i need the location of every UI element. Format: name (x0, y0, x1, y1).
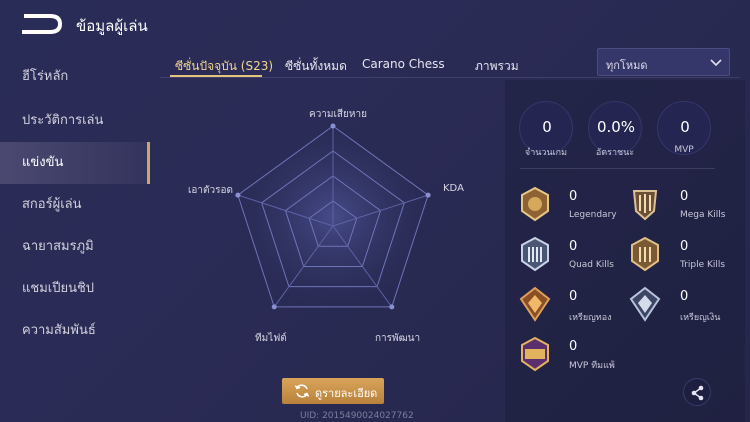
mega-kills-count: 0 (680, 189, 689, 204)
share-icon (691, 385, 704, 401)
share-button[interactable] (683, 378, 711, 406)
gold-medal-icon (519, 286, 551, 322)
tab-carano-chess[interactable]: Carano Chess (362, 57, 445, 71)
win-rate-label: อัตราชนะ (595, 148, 635, 158)
stats-divider (520, 168, 715, 169)
triple-kills-count: 0 (680, 239, 689, 254)
quad-kills-label: Quad Kills (569, 260, 614, 270)
silver-medal-count: 0 (680, 289, 689, 304)
axis-label-kda: KDA (443, 183, 464, 194)
triple-kills-badge-icon (631, 236, 659, 272)
legendary-badge-icon (521, 186, 549, 222)
chevron-down-icon (710, 59, 722, 67)
mvp-count-value: 0 (680, 118, 690, 136)
win-rate-value: 0.0% (596, 118, 636, 136)
tab-all-seasons[interactable]: ซีซั่นทั้งหมด (285, 57, 347, 76)
silver-medal-label: เหรียญเงิน (680, 313, 721, 323)
legendary-label: Legendary (569, 210, 617, 220)
sidebar: ฮีโร่หลัก ประวัติการเล่น แข่งขัน สกอร์ผู… (0, 48, 150, 422)
gold-medal-label: เหรียญทอง (569, 313, 612, 323)
quad-kills-badge-icon (521, 236, 549, 272)
radar-panel: ความเสียหาย KDA การพัฒนา ทีมไฟต์ เอาตัวร… (160, 80, 500, 422)
mvp-losing-team-label: MVP ทีมแพ้ (569, 361, 615, 371)
view-details-label: ดูรายละเอียด (315, 387, 378, 400)
axis-label-survival: เอาตัวรอด (188, 185, 234, 196)
refresh-icon (294, 384, 310, 398)
mvp-count-label: MVP (674, 145, 694, 155)
radar-vertex-dot (271, 304, 277, 310)
sidebar-item-main-heroes[interactable]: ฮีโร่หลัก (0, 56, 150, 98)
radar-vertex-dot (235, 192, 241, 198)
silver-medal-icon (629, 286, 661, 322)
axis-label-teamfight: ทีมไฟต์ (255, 333, 287, 344)
sidebar-item-match-history[interactable]: ประวัติการเล่น (0, 100, 150, 142)
mvp-losing-team-badge-icon (521, 336, 549, 372)
player-uid: UID: 2015490024027762 (300, 411, 414, 421)
tab-overview[interactable]: ภาพรวม (475, 57, 519, 76)
games-played-value: 0 (542, 118, 552, 136)
tab-current-season[interactable]: ซีซั่นปัจจุบัน (S23) (175, 57, 273, 76)
radar-vertex-dot (425, 192, 431, 198)
view-details-button[interactable]: ดูรายละเอียด (282, 378, 384, 404)
sidebar-item-ranked[interactable]: แข่งขัน (0, 142, 150, 184)
back-logo-icon[interactable] (22, 13, 62, 35)
top-bar: ข้อมูลผู้เล่น (0, 0, 750, 48)
gold-medal-count: 0 (569, 289, 578, 304)
sidebar-item-player-score[interactable]: สกอร์ผู้เล่น (0, 184, 150, 226)
mega-kills-badge-icon (632, 190, 658, 221)
sidebar-item-relationships[interactable]: ความสัมพันธ์ (0, 310, 150, 352)
triple-kills-label: Triple Kills (680, 260, 726, 270)
sidebar-item-championship[interactable]: แชมเปียนชิป (0, 268, 150, 310)
quad-kills-count: 0 (569, 239, 578, 254)
sidebar-item-battle-titles[interactable]: ฉายาสมรภูมิ (0, 226, 150, 268)
games-played-label: จำนวนเกม (524, 148, 568, 158)
axis-label-growth: การพัฒนา (375, 333, 421, 344)
legendary-count: 0 (569, 189, 578, 204)
mvp-losing-team-count: 0 (569, 339, 578, 354)
axis-label-damage: ความเสียหาย (309, 109, 367, 120)
radar-vertex-dot (389, 304, 395, 310)
mode-filter-dropdown[interactable]: ทุกโหมด (597, 48, 730, 76)
radar-vertex-dot (330, 123, 336, 129)
mode-filter-value: ทุกโหมด (606, 59, 648, 72)
page-title: ข้อมูลผู้เล่น (76, 17, 148, 35)
radar-chart (235, 123, 431, 310)
tabs-divider (160, 77, 740, 78)
mega-kills-label: Mega Kills (680, 210, 726, 220)
